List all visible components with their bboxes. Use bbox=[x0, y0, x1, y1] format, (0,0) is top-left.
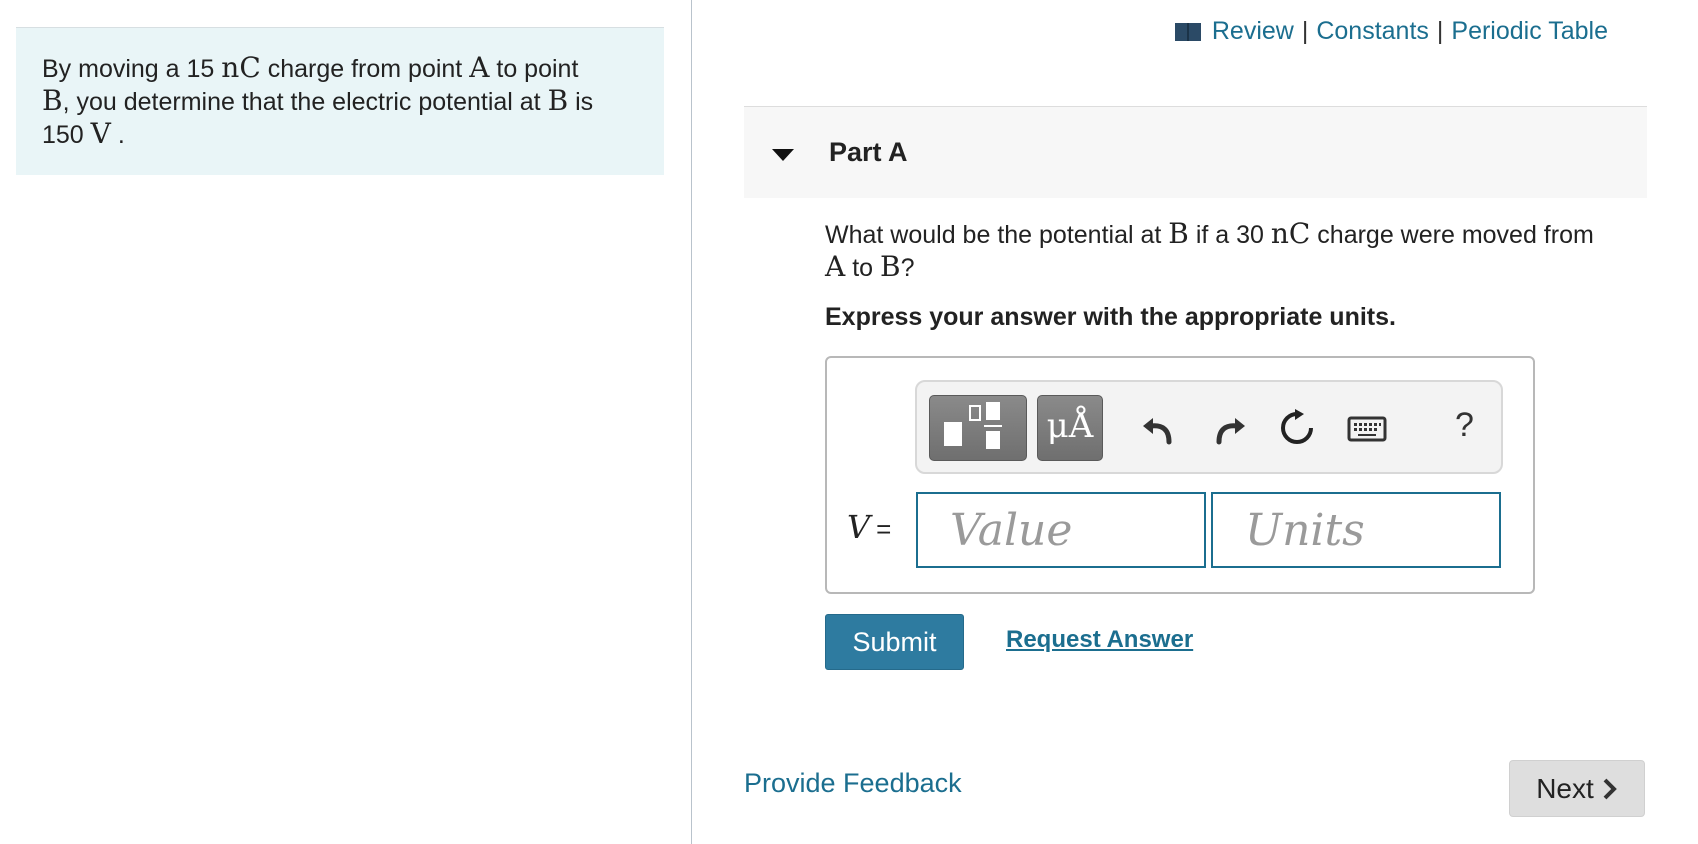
answer-box: μÅ ? V = bbox=[825, 356, 1535, 594]
answer-instruction: Express your answer with the appropriate… bbox=[825, 303, 1396, 331]
provide-feedback-link[interactable]: Provide Feedback bbox=[744, 768, 962, 799]
undo-icon[interactable] bbox=[1139, 408, 1179, 448]
chevron-right-icon bbox=[1603, 778, 1617, 799]
point-a: A bbox=[469, 51, 490, 84]
collapse-caret-icon[interactable] bbox=[772, 149, 794, 161]
answer-variable: V = bbox=[847, 508, 892, 546]
point-b: B bbox=[1168, 217, 1189, 250]
part-a-header[interactable]: Part A bbox=[744, 106, 1647, 198]
next-button-label: Next bbox=[1536, 772, 1594, 804]
next-button[interactable]: Next bbox=[1509, 760, 1645, 817]
review-link[interactable]: Review bbox=[1212, 17, 1294, 46]
reset-icon[interactable] bbox=[1277, 408, 1317, 448]
link-separator: | bbox=[1301, 16, 1309, 45]
constants-link[interactable]: Constants bbox=[1316, 17, 1429, 46]
unit-nc: nC bbox=[1270, 217, 1311, 250]
point-b: B bbox=[547, 84, 569, 117]
templates-button[interactable] bbox=[929, 395, 1027, 461]
question-text: What would be the potential at B if a 30… bbox=[825, 217, 1594, 283]
point-a: A bbox=[825, 250, 846, 283]
point-b: B bbox=[42, 84, 63, 117]
point-b: B bbox=[880, 250, 901, 283]
problem-statement: By moving a 15 nC charge from point A to… bbox=[16, 27, 664, 175]
units-input[interactable] bbox=[1211, 492, 1501, 568]
periodic-table-link[interactable]: Periodic Table bbox=[1451, 17, 1608, 46]
math-toolbar: μÅ ? bbox=[915, 380, 1503, 474]
unit-v: V bbox=[90, 117, 111, 150]
request-answer-link[interactable]: Request Answer bbox=[1006, 626, 1193, 654]
part-title: Part A bbox=[829, 137, 908, 167]
templates-icon bbox=[944, 402, 1002, 449]
resource-links: Review | Constants | Periodic Table bbox=[1174, 14, 1608, 48]
column-divider bbox=[691, 0, 692, 844]
redo-icon[interactable] bbox=[1209, 408, 1249, 448]
help-icon[interactable]: ? bbox=[1455, 406, 1474, 445]
value-input[interactable] bbox=[916, 492, 1206, 568]
unit-nc: nC bbox=[221, 51, 261, 84]
book-icon bbox=[1174, 23, 1201, 41]
potential-value: 150 bbox=[42, 121, 84, 149]
units-button[interactable]: μÅ bbox=[1037, 395, 1103, 461]
units-button-label: μÅ bbox=[1046, 406, 1094, 446]
keyboard-icon[interactable] bbox=[1347, 408, 1387, 448]
submit-button[interactable]: Submit bbox=[825, 614, 964, 670]
problem-intro-panel: By moving a 15 nC charge from point A to… bbox=[0, 0, 691, 844]
link-separator: | bbox=[1436, 16, 1444, 45]
